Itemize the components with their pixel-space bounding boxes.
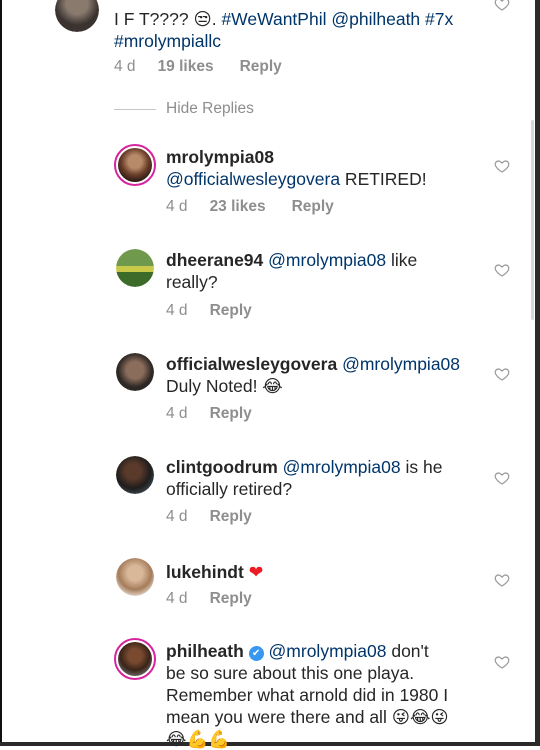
hashtag-link[interactable]: #WeWantPhil — [221, 9, 326, 29]
like-heart-icon[interactable] — [494, 262, 510, 278]
timestamp: 4 d — [166, 198, 188, 215]
comment-meta: 4 d 19 likes Reply — [114, 58, 282, 76]
reply-text: lukehindt ❤ — [166, 561, 486, 583]
timestamp: 4 d — [114, 58, 136, 75]
like-heart-icon[interactable] — [494, 158, 510, 174]
red-heart-emoji: ❤ — [248, 562, 264, 582]
verified-badge-icon: ✔ — [248, 646, 264, 661]
comment-meta: 4 d Reply — [166, 590, 252, 608]
mention-link[interactable]: @philheath — [331, 9, 420, 29]
reply-text: dheerane94 @mrolympia08 like really? — [166, 250, 418, 292]
reply-text: officialwesleygovera @mrolympia08 Duly N… — [166, 354, 461, 396]
hide-replies-label[interactable]: Hide Replies — [166, 100, 254, 118]
avatar[interactable] — [114, 144, 156, 186]
scrollbar-thumb[interactable] — [531, 120, 534, 320]
timestamp: 4 d — [166, 508, 188, 525]
reply-text: philheath ✔ @mrolympia08 don't be so sur… — [166, 641, 449, 749]
hashtag-link[interactable]: #mrolympiallc — [114, 31, 221, 51]
username-link[interactable]: lukehindt — [166, 562, 244, 582]
unamused-emoji: 😒 — [193, 9, 212, 29]
avatar[interactable] — [116, 456, 154, 494]
like-heart-icon[interactable] — [494, 0, 510, 12]
hashtag-link[interactable]: #7x — [425, 9, 453, 29]
avatar[interactable] — [114, 638, 156, 680]
reply-text: mrolympia08 @officialwesleygovera RETIRE… — [166, 147, 427, 189]
window-frame-right — [535, 0, 540, 746]
emoji-group: 😜😂😜 — [391, 707, 449, 727]
username-link[interactable]: clintgoodrum — [166, 457, 278, 477]
like-heart-icon[interactable] — [494, 572, 510, 588]
reply-button[interactable]: Reply — [210, 590, 252, 607]
likes-count[interactable]: 19 likes — [158, 58, 214, 75]
emoji-group: 😂💪💪 — [166, 729, 231, 749]
mention-link[interactable]: @mrolympia08 — [269, 641, 387, 661]
reply-button[interactable]: Reply — [210, 508, 252, 525]
username-link[interactable]: mrolympia08 — [166, 147, 274, 167]
likes-count[interactable]: 23 likes — [210, 198, 266, 215]
mention-link[interactable]: @mrolympia08 — [268, 250, 386, 270]
divider-line — [114, 109, 156, 110]
reply-button[interactable]: Reply — [240, 58, 282, 75]
mention-link[interactable]: @mrolympia08 — [342, 354, 460, 374]
comment-meta: 4 d Reply — [166, 302, 252, 320]
mention-link[interactable]: @officialwesleygovera — [166, 169, 340, 189]
top-comment-text: I F T???? 😒. #WeWantPhil @philheath #7x … — [114, 9, 454, 51]
username-link[interactable]: officialwesleygovera — [166, 354, 337, 374]
like-heart-icon[interactable] — [494, 366, 510, 382]
reply-button[interactable]: Reply — [210, 405, 252, 422]
reply-button[interactable]: Reply — [292, 198, 334, 215]
comment-meta: 4 d 23 likes Reply — [166, 198, 334, 216]
timestamp: 4 d — [166, 590, 188, 607]
username-link[interactable]: philheath — [166, 641, 244, 661]
comment-meta: 4 d Reply — [166, 405, 252, 423]
timestamp: 4 d — [166, 302, 188, 319]
avatar[interactable] — [55, 0, 99, 32]
window-frame-left — [0, 0, 2, 746]
username-link[interactable]: dheerane94 — [166, 250, 263, 270]
avatar[interactable] — [116, 249, 154, 287]
reply-text: clintgoodrum @mrolympia08 is he official… — [166, 457, 443, 499]
avatar[interactable] — [116, 353, 154, 391]
laughing-emoji: 😂 — [262, 376, 283, 396]
like-heart-icon[interactable] — [494, 654, 510, 670]
comment-meta: 4 d Reply — [166, 508, 252, 526]
avatar[interactable] — [116, 558, 154, 596]
mention-link[interactable]: @mrolympia08 — [283, 457, 401, 477]
reply-button[interactable]: Reply — [210, 302, 252, 319]
like-heart-icon[interactable] — [494, 470, 510, 486]
timestamp: 4 d — [166, 405, 188, 422]
